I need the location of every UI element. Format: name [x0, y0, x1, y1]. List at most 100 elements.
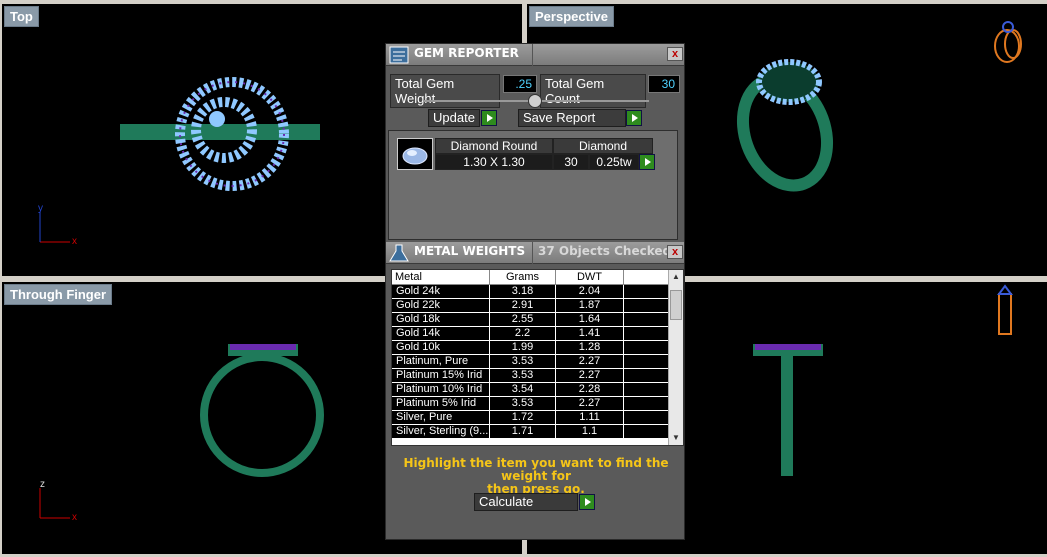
scroll-down-icon[interactable]: ▼	[669, 431, 683, 445]
empty-cell	[624, 299, 669, 313]
grams-cell: 3.53	[490, 355, 556, 369]
calculate-go-icon[interactable]	[579, 494, 595, 510]
total-gem-weight-field[interactable]: .25	[503, 75, 537, 93]
grams-cell: 2.91	[490, 299, 556, 313]
grams-cell: 2.2	[490, 327, 556, 341]
metal-table-scrollbar[interactable]: ▲ ▼	[668, 270, 683, 445]
flask-icon	[389, 244, 409, 262]
metal-weights-title: METAL WEIGHTS	[414, 244, 526, 258]
metal-cell: Gold 18k	[392, 313, 490, 327]
gem-reporter-panel: GEM REPORTER x Total Gem Weight .25 Tota…	[385, 43, 685, 540]
metal-cell: Platinum 5% Irid	[392, 397, 490, 411]
dwt-cell: 1.64	[556, 313, 624, 327]
viewport-label-through-finger: Through Finger	[4, 284, 113, 305]
objects-checked-status: 37 Objects Checked	[538, 244, 672, 258]
svg-text:y: y	[38, 203, 43, 214]
gem-reporter-title: GEM REPORTER	[414, 46, 519, 60]
gem-type-label: Diamond	[553, 138, 653, 154]
metal-cell: Platinum 10% Irid	[392, 383, 490, 397]
metal-cell: Silver, Pure	[392, 411, 490, 425]
viewport-label-perspective: Perspective	[529, 6, 614, 27]
dwt-cell: 1.11	[556, 411, 624, 425]
update-button[interactable]: Update	[428, 109, 480, 127]
titlebar-divider	[532, 242, 533, 264]
dwt-cell: 2.27	[556, 369, 624, 383]
gem-weight-value: 0.25tw	[589, 154, 639, 170]
dwt-cell: 1.1	[556, 425, 624, 439]
dwt-cell: 2.28	[556, 383, 624, 397]
hint-line-1: Highlight the item you want to find the …	[403, 456, 669, 483]
calculate-button[interactable]: Calculate	[474, 493, 578, 511]
table-row[interactable]: Platinum, Pure 3.53 2.27	[392, 355, 669, 369]
dwt-cell: 2.04	[556, 285, 624, 299]
empty-cell	[624, 369, 669, 383]
table-row[interactable]: Platinum 5% Irid 3.53 2.27	[392, 397, 669, 411]
table-row[interactable]: Gold 22k 2.91 1.87	[392, 299, 669, 313]
total-gem-count-label: Total Gem Count	[540, 74, 646, 108]
gem-reporter-icon	[389, 46, 409, 64]
grams-cell: 2.55	[490, 313, 556, 327]
column-header-grams[interactable]: Grams	[490, 270, 556, 285]
table-row[interactable]: Platinum 15% Irid 3.53 2.27	[392, 369, 669, 383]
metal-weights-close-button[interactable]: x	[667, 245, 683, 259]
dwt-cell: 2.27	[556, 355, 624, 369]
table-row[interactable]: Platinum 10% Irid 3.54 2.28	[392, 383, 669, 397]
save-report-go-icon[interactable]	[626, 110, 642, 126]
gem-row-go-icon[interactable]	[639, 154, 655, 170]
grams-cell: 3.53	[490, 397, 556, 411]
gem-reporter-close-button[interactable]: x	[667, 47, 683, 61]
empty-cell	[624, 285, 669, 299]
empty-cell	[624, 327, 669, 341]
svg-text:x: x	[72, 236, 77, 247]
table-row[interactable]: Gold 10k 1.99 1.28	[392, 341, 669, 355]
gem-list: Diamond Round 1.30 X 1.30 Diamond 30 0.2…	[388, 130, 678, 240]
gem-cut-label: Diamond Round	[435, 138, 553, 154]
grams-cell: 1.99	[490, 341, 556, 355]
metal-cell: Platinum 15% Irid	[392, 369, 490, 383]
grams-cell: 3.54	[490, 383, 556, 397]
diamond-round-thumbnail[interactable]	[397, 138, 433, 170]
scroll-thumb[interactable]	[670, 290, 682, 320]
empty-cell	[624, 341, 669, 355]
metal-cell: Gold 14k	[392, 327, 490, 341]
metal-cell: Gold 24k	[392, 285, 490, 299]
empty-cell	[624, 411, 669, 425]
update-go-icon[interactable]	[481, 110, 497, 126]
gem-size-value: 1.30 X 1.30	[435, 154, 553, 170]
total-gem-weight-label: Total Gem Weight	[390, 74, 500, 108]
metal-weights-table[interactable]: Metal Grams DWT Gold 24k 3.18 2.04 Gold 22k…	[391, 269, 684, 446]
metal-weights-titlebar[interactable]: METAL WEIGHTS 37 Objects Checked x	[386, 242, 684, 264]
svg-text:x: x	[72, 512, 77, 523]
table-row[interactable]: Gold 18k 2.55 1.64	[392, 313, 669, 327]
total-gem-count-field[interactable]: 30	[648, 75, 680, 93]
dwt-cell: 1.28	[556, 341, 624, 355]
grams-cell: 1.71	[490, 425, 556, 439]
metal-cell: Platinum, Pure	[392, 355, 490, 369]
metal-cell: Silver, Sterling (9...	[392, 425, 490, 439]
gem-count-value: 30	[553, 154, 589, 170]
column-header-metal[interactable]: Metal	[392, 270, 490, 285]
metal-hint-text: Highlight the item you want to find the …	[386, 457, 686, 496]
empty-cell	[624, 383, 669, 397]
dwt-cell: 2.27	[556, 397, 624, 411]
grams-cell: 3.18	[490, 285, 556, 299]
table-row[interactable]: Silver, Pure 1.72 1.11	[392, 411, 669, 425]
gem-slider-knob[interactable]	[528, 94, 542, 108]
metal-cell: Gold 10k	[392, 341, 490, 355]
grams-cell: 3.53	[490, 369, 556, 383]
empty-cell	[624, 313, 669, 327]
save-report-button[interactable]: Save Report	[518, 109, 626, 127]
table-row[interactable]: Silver, Sterling (9... 1.71 1.1	[392, 425, 669, 439]
empty-cell	[624, 425, 669, 439]
gem-reporter-titlebar[interactable]: GEM REPORTER x	[386, 44, 684, 66]
column-header-dwt[interactable]: DWT	[556, 270, 624, 285]
viewport-label-top: Top	[4, 6, 39, 27]
table-row[interactable]: Gold 24k 3.18 2.04	[392, 285, 669, 299]
scroll-up-icon[interactable]: ▲	[669, 270, 683, 284]
empty-cell	[624, 397, 669, 411]
grams-cell: 1.72	[490, 411, 556, 425]
diamond-icon	[402, 147, 428, 165]
column-header-empty	[624, 270, 669, 285]
metal-cell: Gold 22k	[392, 299, 490, 313]
table-row[interactable]: Gold 14k 2.2 1.41	[392, 327, 669, 341]
